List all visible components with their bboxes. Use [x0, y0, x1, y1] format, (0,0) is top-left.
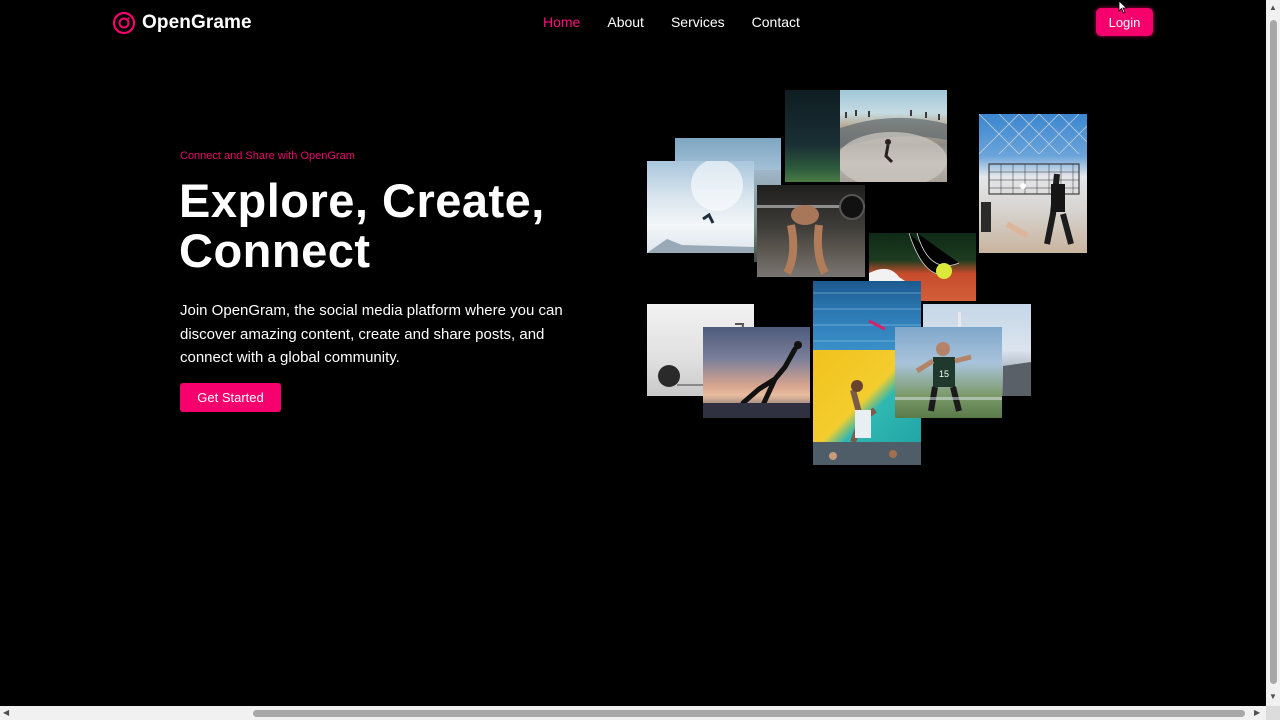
hero-description: Join OpenGram, the social media platform… — [180, 302, 563, 366]
brand-name: OpenGrame — [142, 12, 252, 33]
horizontal-scrollbar[interactable]: ◀ ▶ — [0, 706, 1266, 720]
get-started-button[interactable]: Get Started — [180, 383, 281, 412]
vertical-scroll-thumb[interactable] — [1270, 20, 1277, 684]
mouse-cursor-icon — [1118, 0, 1128, 14]
hero-eyebrow: Connect and Share with OpenGram — [180, 150, 355, 162]
night-field-photo — [785, 90, 841, 182]
scrollbar-corner — [1266, 706, 1280, 720]
page-viewport: OpenGrame Home About Services Contact Lo… — [0, 0, 1266, 706]
vertical-scrollbar[interactable]: ▲ ▼ — [1266, 0, 1280, 706]
soccer-player-photo: 15 — [895, 327, 1002, 418]
yoga-sunset-photo — [703, 327, 810, 418]
brand-logo[interactable]: OpenGrame — [112, 11, 252, 35]
hero-title: Explore, Create, Connect — [179, 176, 545, 276]
hero-title-line2: Connect — [179, 224, 371, 277]
nav-services[interactable]: Services — [671, 14, 725, 30]
weightlifting-photo — [757, 185, 865, 277]
mountain-snow-jump-photo — [647, 161, 754, 253]
scroll-left-arrow-icon[interactable]: ◀ — [3, 708, 9, 718]
camera-ring-icon — [112, 11, 136, 35]
scroll-right-arrow-icon[interactable]: ▶ — [1254, 708, 1260, 718]
nav-about[interactable]: About — [607, 14, 644, 30]
horizontal-scroll-thumb[interactable] — [253, 710, 1245, 717]
nav-contact[interactable]: Contact — [752, 14, 800, 30]
hero-title-line1: Explore, Create, — [179, 174, 545, 227]
main-nav: Home About Services Contact — [543, 14, 800, 30]
skatepark-photo — [840, 90, 947, 182]
volleyball-photo — [979, 114, 1087, 253]
nav-home[interactable]: Home — [543, 14, 580, 30]
svg-text:15: 15 — [939, 369, 949, 379]
scroll-up-arrow-icon[interactable]: ▲ — [1269, 3, 1277, 13]
scroll-down-arrow-icon[interactable]: ▼ — [1269, 692, 1277, 702]
